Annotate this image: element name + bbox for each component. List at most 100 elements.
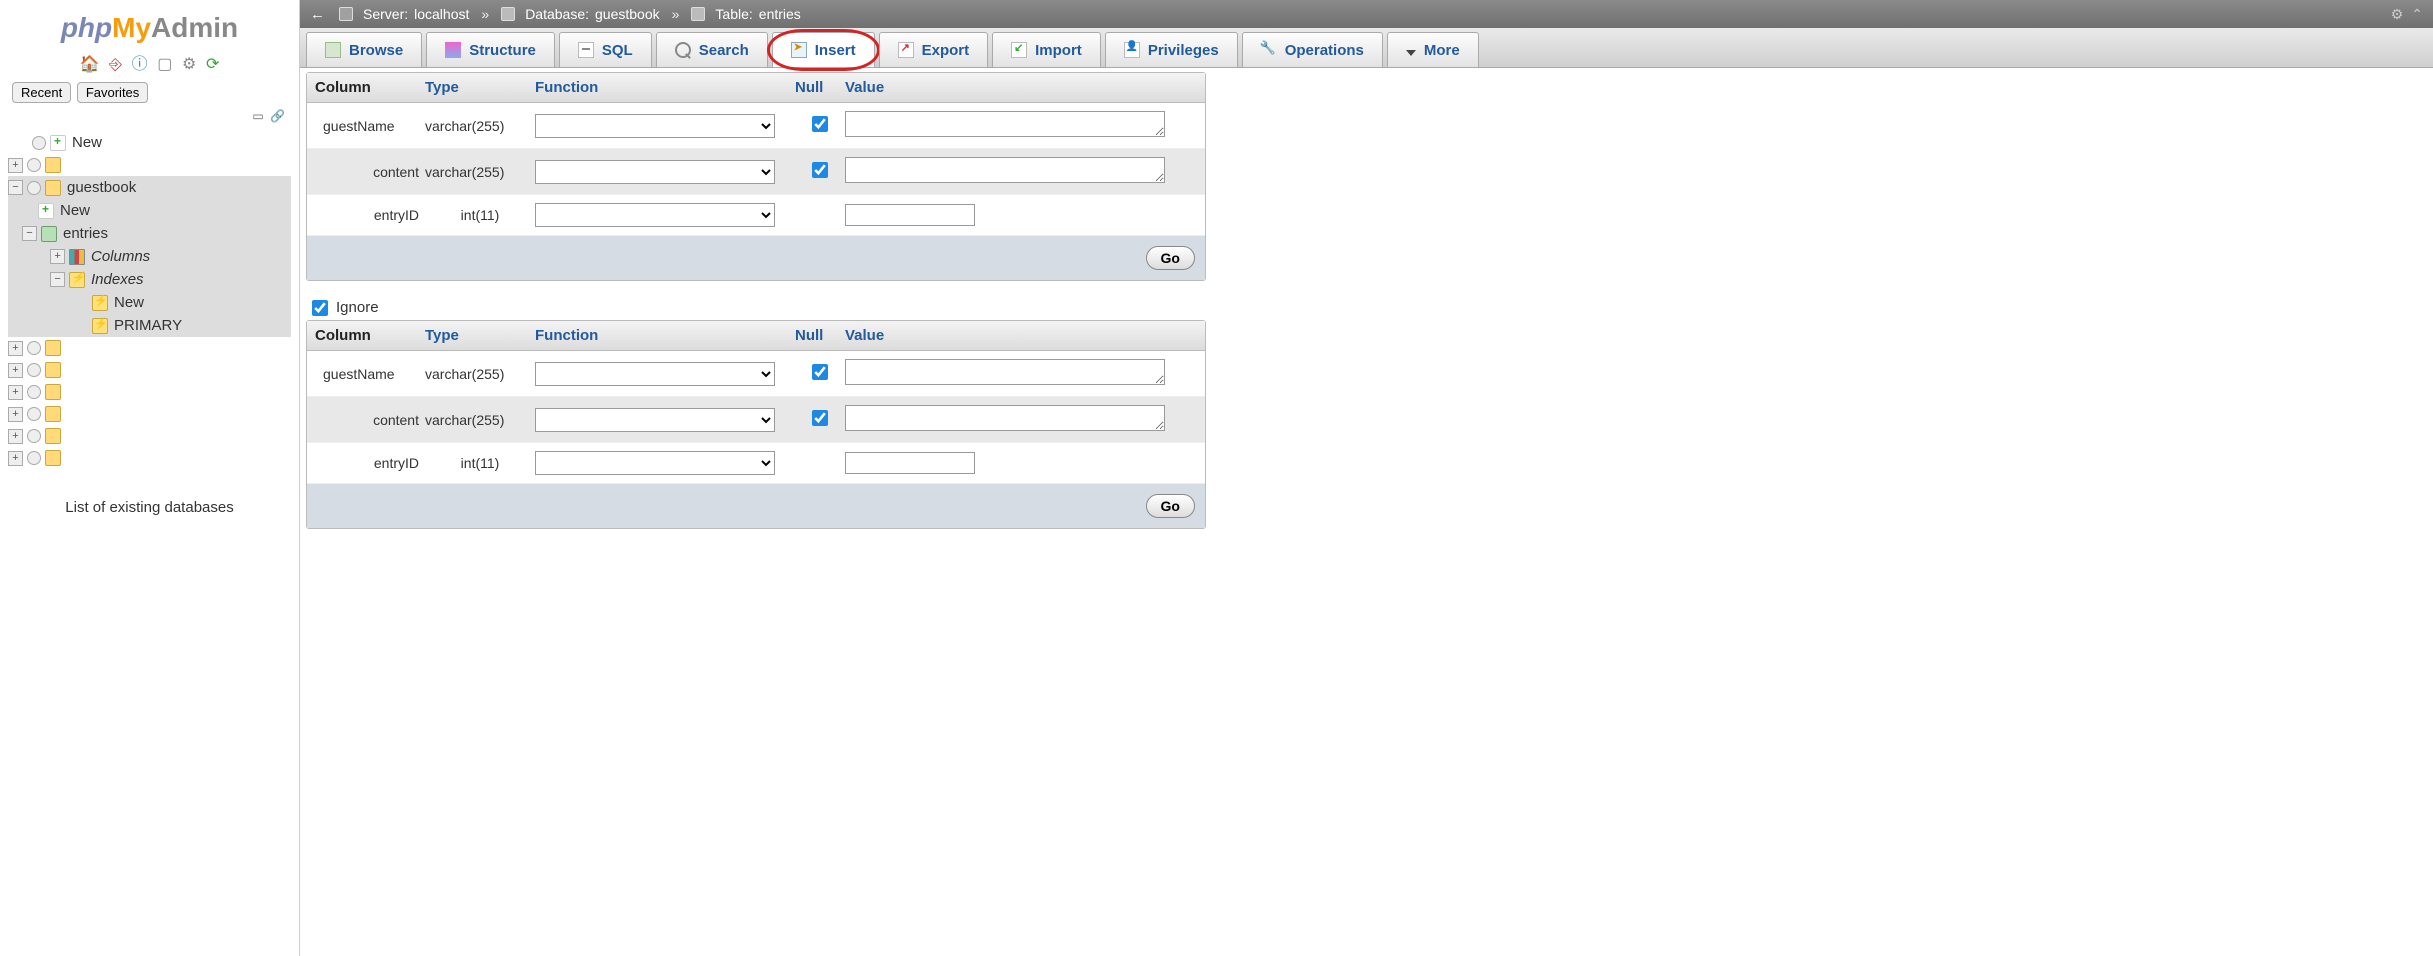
crumb-server[interactable]: localhost bbox=[414, 6, 469, 22]
dot-icon bbox=[27, 407, 41, 421]
col-name: entryID bbox=[315, 455, 425, 471]
db-icon bbox=[45, 428, 61, 444]
tab-operations[interactable]: Operations bbox=[1242, 32, 1383, 67]
dot-icon bbox=[27, 429, 41, 443]
export-icon bbox=[898, 42, 914, 58]
expander-plus-icon[interactable]: + bbox=[8, 363, 23, 378]
function-select[interactable] bbox=[535, 408, 775, 432]
breadcrumb: Server: localhost » Database: guestbook … bbox=[339, 6, 801, 22]
dot-icon bbox=[27, 181, 41, 195]
tree-new-table[interactable]: New bbox=[8, 199, 291, 222]
tab-insert[interactable]: Insert bbox=[772, 32, 875, 67]
tab-more[interactable]: More bbox=[1387, 32, 1479, 67]
tab-search[interactable]: Search bbox=[656, 32, 768, 67]
function-select[interactable] bbox=[535, 203, 775, 227]
tree-collapsed-db[interactable]: + bbox=[8, 337, 291, 359]
col-name: guestName bbox=[315, 118, 425, 134]
insert-icon bbox=[791, 42, 807, 58]
tree-collapsed-db[interactable]: + bbox=[8, 425, 291, 447]
logout-icon[interactable]: ⎆ bbox=[109, 56, 122, 74]
header-null: Null bbox=[787, 73, 837, 102]
null-checkbox[interactable] bbox=[812, 364, 828, 380]
columns-icon bbox=[69, 249, 85, 265]
expander-plus-icon[interactable]: + bbox=[8, 158, 23, 173]
expander-plus-icon[interactable]: + bbox=[50, 249, 65, 264]
tab-privileges[interactable]: Privileges bbox=[1105, 32, 1238, 67]
function-select[interactable] bbox=[535, 114, 775, 138]
function-select[interactable] bbox=[535, 451, 775, 475]
tab-import[interactable]: Import bbox=[992, 32, 1101, 67]
expander-plus-icon[interactable]: + bbox=[8, 407, 23, 422]
collapse-all-icon[interactable]: ▭ bbox=[252, 109, 263, 123]
logo-my: My bbox=[112, 12, 151, 43]
value-textarea[interactable] bbox=[845, 111, 1165, 137]
tree-db-guestbook[interactable]: − guestbook bbox=[8, 176, 291, 199]
header-type[interactable]: Type bbox=[417, 73, 527, 102]
recent-button[interactable]: Recent bbox=[12, 82, 71, 103]
header-null: Null bbox=[787, 321, 837, 350]
value-textarea[interactable] bbox=[845, 405, 1165, 431]
header-type[interactable]: Type bbox=[417, 321, 527, 350]
tree-new-db[interactable]: New bbox=[8, 131, 291, 154]
insert-row: content varchar(255) bbox=[307, 397, 1205, 443]
query-window-icon[interactable]: ▢ bbox=[157, 54, 172, 74]
favorites-button[interactable]: Favorites bbox=[77, 82, 148, 103]
tree-index-primary[interactable]: PRIMARY bbox=[8, 314, 291, 337]
header-function[interactable]: Function bbox=[527, 73, 787, 102]
value-input[interactable] bbox=[845, 204, 975, 226]
header-function[interactable]: Function bbox=[527, 321, 787, 350]
null-checkbox[interactable] bbox=[812, 116, 828, 132]
col-type: varchar(255) bbox=[425, 412, 535, 428]
dot-icon bbox=[27, 451, 41, 465]
expander-plus-icon[interactable]: + bbox=[8, 385, 23, 400]
tree-collapsed-db[interactable]: + bbox=[8, 447, 291, 469]
back-arrow-icon[interactable]: ← bbox=[310, 6, 325, 23]
value-input[interactable] bbox=[845, 452, 975, 474]
tree-label: PRIMARY bbox=[114, 317, 182, 334]
crumb-db[interactable]: guestbook bbox=[595, 6, 660, 22]
crumb-table-label: Table: bbox=[715, 6, 752, 22]
ignore-label[interactable]: Ignore bbox=[336, 299, 379, 316]
crumb-db-label: Database: bbox=[525, 6, 589, 22]
tree-indexes[interactable]: − Indexes bbox=[8, 268, 291, 291]
tab-browse[interactable]: Browse bbox=[306, 32, 422, 67]
expander-minus-icon[interactable]: − bbox=[22, 226, 37, 241]
value-textarea[interactable] bbox=[845, 359, 1165, 385]
tab-export[interactable]: Export bbox=[879, 32, 989, 67]
expander-plus-icon[interactable]: + bbox=[8, 341, 23, 356]
value-textarea[interactable] bbox=[845, 157, 1165, 183]
tree-collapsed-db[interactable]: + bbox=[8, 359, 291, 381]
null-checkbox[interactable] bbox=[812, 162, 828, 178]
tree-collapsed-db[interactable]: + bbox=[8, 403, 291, 425]
settings-icon[interactable]: ⚙ bbox=[182, 54, 196, 74]
expander-plus-icon[interactable]: + bbox=[8, 451, 23, 466]
ignore-checkbox[interactable] bbox=[312, 300, 328, 316]
tree-collapsed-db[interactable]: + bbox=[8, 381, 291, 403]
tree-table-entries[interactable]: − entries bbox=[8, 222, 291, 245]
null-checkbox[interactable] bbox=[812, 410, 828, 426]
function-select[interactable] bbox=[535, 362, 775, 386]
tree-columns[interactable]: + Columns bbox=[8, 245, 291, 268]
reload-icon[interactable]: ⟳ bbox=[206, 54, 219, 74]
go-button[interactable]: Go bbox=[1146, 246, 1195, 270]
privileges-icon bbox=[1124, 42, 1140, 58]
function-select[interactable] bbox=[535, 160, 775, 184]
col-type: int(11) bbox=[425, 207, 535, 223]
tree-expander-row[interactable]: + bbox=[8, 154, 291, 176]
tree-new-index[interactable]: New bbox=[8, 291, 291, 314]
home-icon[interactable]: 🏠 bbox=[80, 54, 100, 74]
tree-label: New bbox=[72, 134, 102, 151]
crumb-table[interactable]: entries bbox=[759, 6, 801, 22]
go-button[interactable]: Go bbox=[1146, 494, 1195, 518]
database-icon bbox=[501, 7, 515, 21]
gear-icon[interactable]: ⚙ bbox=[2391, 6, 2404, 23]
expand-up-icon[interactable]: ⌃ bbox=[2411, 6, 2423, 23]
expander-plus-icon[interactable]: + bbox=[8, 429, 23, 444]
link-icon[interactable]: 🔗 bbox=[270, 109, 285, 123]
expander-minus-icon[interactable]: − bbox=[50, 272, 65, 287]
tab-sql[interactable]: SQL bbox=[559, 32, 652, 67]
expander-minus-icon[interactable]: − bbox=[8, 180, 23, 195]
logo[interactable]: phpMyAdmin bbox=[6, 8, 293, 46]
docs-icon[interactable]: ⓘ bbox=[132, 50, 148, 74]
tab-structure[interactable]: Structure bbox=[426, 32, 555, 67]
